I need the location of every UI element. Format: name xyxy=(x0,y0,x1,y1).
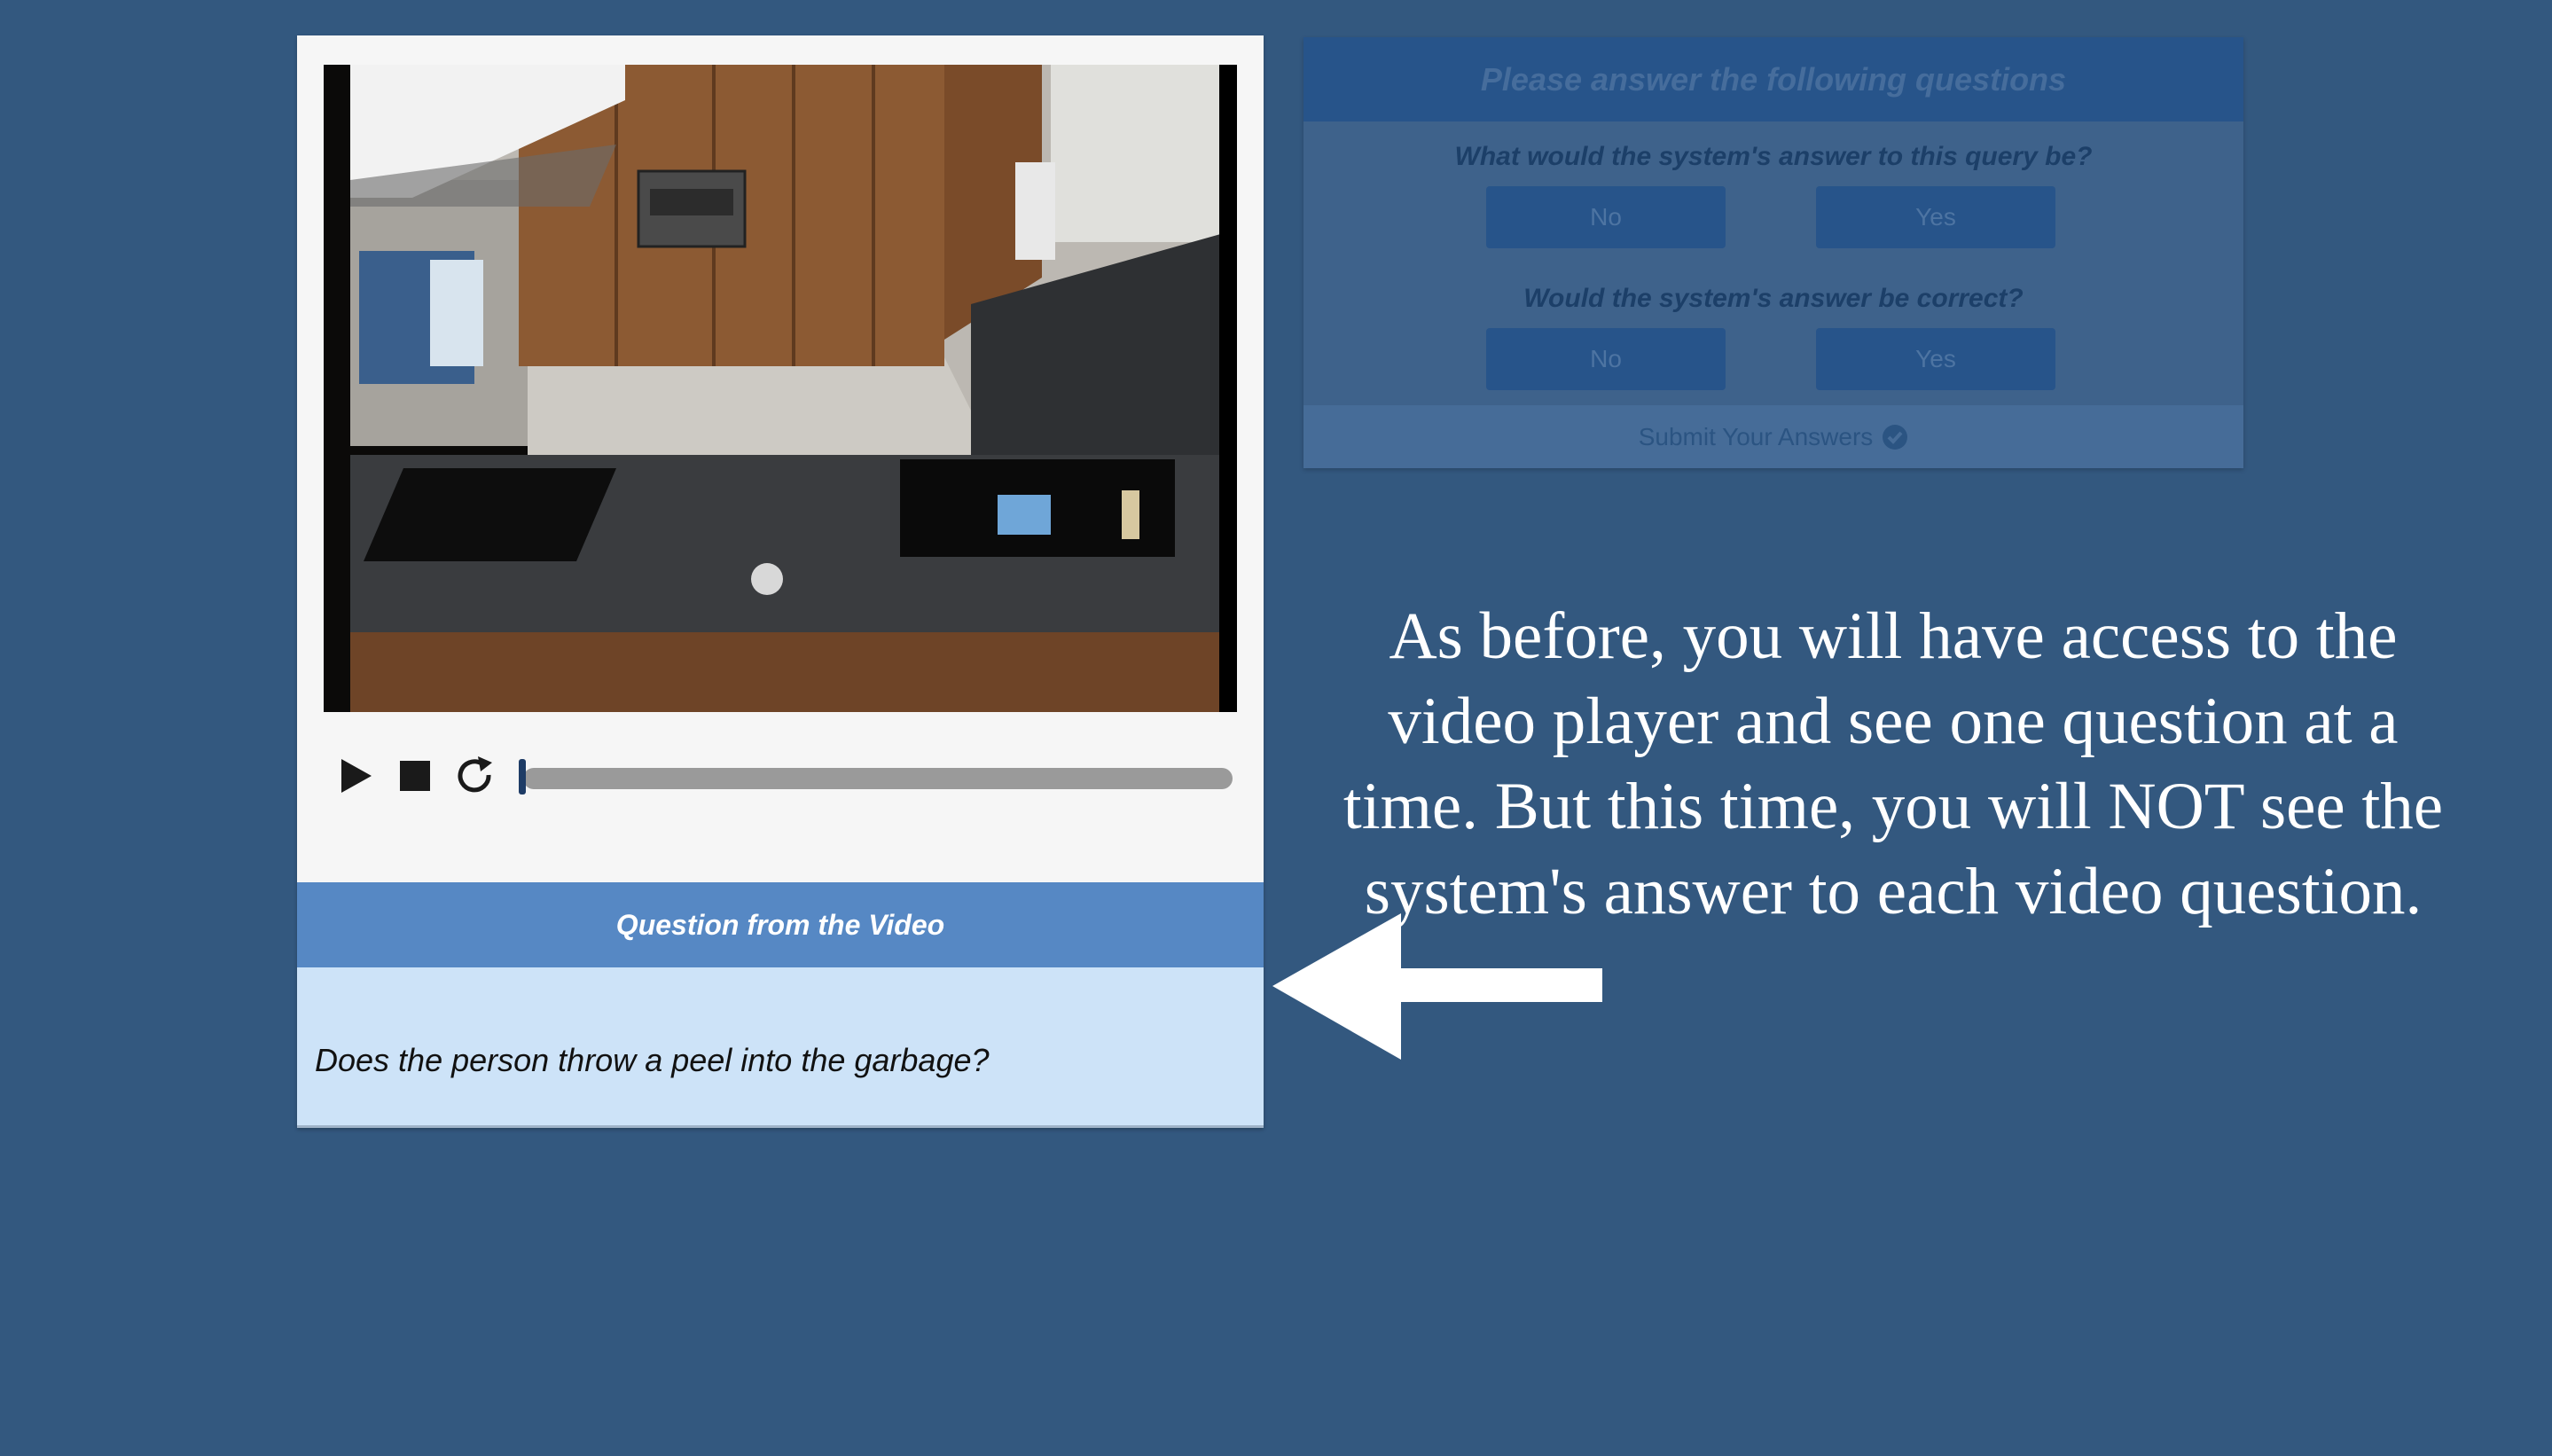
seek-bar[interactable] xyxy=(523,768,1233,789)
kitchen-video-image xyxy=(324,65,1237,712)
answer-no-button-2[interactable]: No xyxy=(1486,328,1726,390)
question-prompt-1: What would the system's answer to this q… xyxy=(1454,142,2093,171)
answer-yes-button-1[interactable]: Yes xyxy=(1816,186,2055,248)
arrow-left-icon xyxy=(1272,913,1602,1060)
question-header: Question from the Video xyxy=(297,882,1264,967)
submit-button[interactable]: Submit Your Answers xyxy=(1303,405,2243,468)
stop-button[interactable] xyxy=(393,754,437,798)
play-icon xyxy=(341,759,372,793)
video-controls xyxy=(333,745,1237,807)
check-circle-icon xyxy=(1883,424,1908,450)
question-prompt-2: Would the system's answer be correct? xyxy=(1523,284,2024,313)
replay-button[interactable] xyxy=(453,754,497,798)
question-body: Does the person throw a peel into the ga… xyxy=(297,967,1264,1128)
answer-panel: Please answer the following questions Wh… xyxy=(1303,37,2243,468)
submit-label: Submit Your Answers xyxy=(1638,422,1874,450)
answer-no-button-1[interactable]: No xyxy=(1486,186,1726,248)
play-button[interactable] xyxy=(333,754,377,798)
stop-icon xyxy=(400,761,430,791)
answer-yes-button-2[interactable]: Yes xyxy=(1816,328,2055,390)
instruction-text: As before, you will have access to the v… xyxy=(1343,599,2444,928)
video-question: Does the person throw a peel into the ga… xyxy=(315,1042,990,1078)
answer-panel-header: Please answer the following questions xyxy=(1303,37,2243,121)
video-panel: Question from the Video Does the person … xyxy=(297,35,1264,1128)
replay-icon xyxy=(458,756,492,793)
seek-thumb[interactable] xyxy=(519,759,526,795)
video-frame[interactable] xyxy=(324,65,1237,712)
